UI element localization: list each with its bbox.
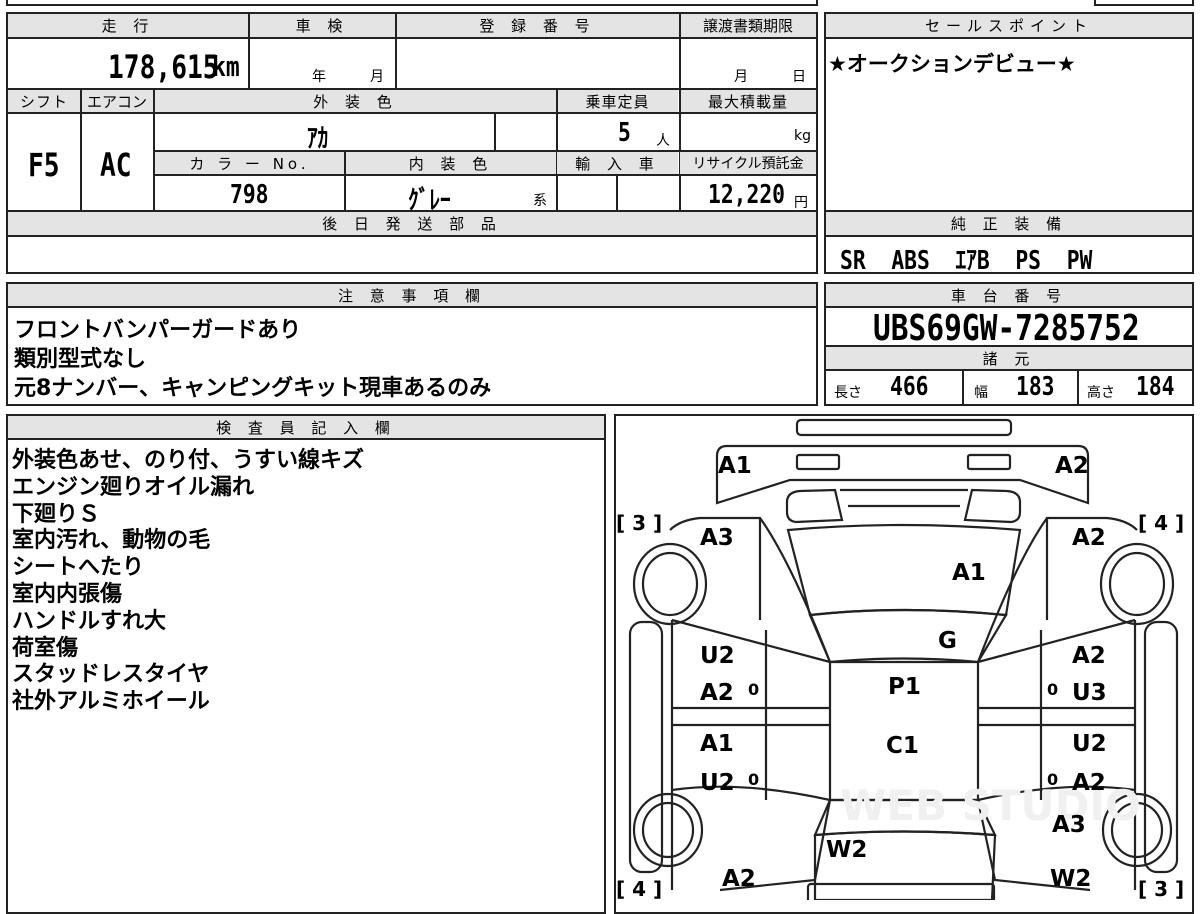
damage-label: A2 xyxy=(700,680,734,706)
car-diagram: WEB STUDIO A1 A2 A3 A2 A1 G U2 A2 P1 A2 … xyxy=(616,418,1184,900)
zero-mark: 0 xyxy=(748,680,759,699)
damage-label: A2 xyxy=(1072,525,1106,551)
tire-mark: [ 3 ] xyxy=(1138,877,1184,900)
damage-label: G xyxy=(938,628,957,654)
damage-label: A1 xyxy=(952,560,986,586)
damage-label: U2 xyxy=(700,643,735,669)
damage-label: A2 xyxy=(1072,770,1106,796)
damage-label: W2 xyxy=(1050,866,1091,892)
damage-label: A3 xyxy=(700,525,734,551)
zero-mark: 0 xyxy=(1047,770,1058,789)
damage-label: A2 xyxy=(1072,643,1106,669)
tire-mark: [ 3 ] xyxy=(616,511,662,535)
damage-label: U3 xyxy=(1072,680,1107,706)
zero-mark: 0 xyxy=(748,770,759,789)
zero-mark: 0 xyxy=(1047,680,1058,699)
damage-label: A3 xyxy=(1052,812,1086,838)
tire-mark: [ 4 ] xyxy=(1138,511,1184,535)
damage-label: A2 xyxy=(1055,453,1089,479)
damage-label: A1 xyxy=(700,731,734,757)
damage-label: A1 xyxy=(718,453,752,479)
damage-label: U2 xyxy=(700,770,735,796)
damage-label: C1 xyxy=(886,733,919,759)
damage-label: A2 xyxy=(722,866,756,892)
damage-label: U2 xyxy=(1072,731,1107,757)
tire-mark: [ 4 ] xyxy=(616,877,662,900)
damage-label: P1 xyxy=(888,674,921,700)
damage-label: W2 xyxy=(826,837,867,863)
